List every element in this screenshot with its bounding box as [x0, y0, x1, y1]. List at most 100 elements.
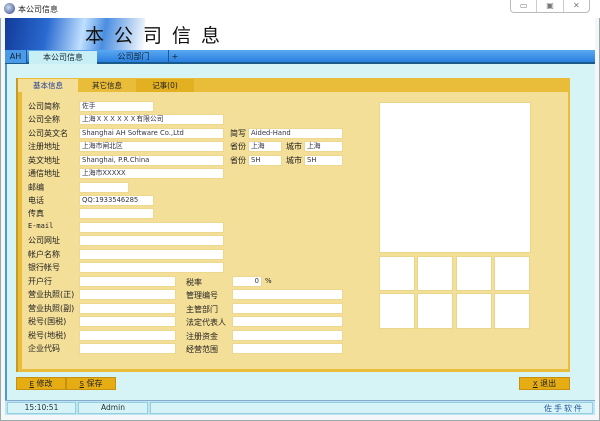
- edit-label: 修改: [36, 379, 53, 388]
- label-email: E-mail: [28, 222, 54, 230]
- subtab-notes[interactable]: 记事(0): [136, 79, 194, 92]
- exit-label: 退出: [540, 379, 557, 388]
- banner-title: 本公司信息: [85, 25, 231, 47]
- window-title: 本公司信息: [18, 5, 58, 14]
- legal-rep-input[interactable]: [232, 316, 343, 327]
- subtab-other-info[interactable]: 其它信息: [78, 79, 136, 92]
- label-reg-province: 省份: [230, 142, 246, 151]
- label-enterprise-code: 企业代码: [28, 344, 60, 353]
- subtab-basic-info[interactable]: 基本信息: [18, 79, 78, 92]
- label-en-address: 英文地址: [28, 156, 60, 165]
- license-copy-input[interactable]: [79, 303, 176, 314]
- label-tax-national: 税号(国税): [28, 317, 67, 326]
- thumbnail-image[interactable]: [494, 293, 530, 329]
- label-license-copy: 营业执照(副): [28, 304, 75, 313]
- edit-button[interactable]: E 修改: [16, 377, 66, 390]
- label-reg-address: 注册地址: [28, 142, 60, 151]
- tab-ah[interactable]: AH: [5, 50, 27, 63]
- label-capital: 注册资金: [186, 332, 218, 341]
- label-postcode: 邮编: [28, 183, 44, 192]
- supervisor-input[interactable]: [232, 303, 343, 314]
- exit-button[interactable]: X 退出: [519, 377, 570, 390]
- scope-input[interactable]: [232, 343, 343, 354]
- edit-shortcut: E: [29, 380, 34, 388]
- fax-input[interactable]: [79, 208, 154, 219]
- en-city-input[interactable]: SH: [304, 155, 343, 166]
- main-tab-strip: AH 本公司信息 公司部门 +: [5, 50, 595, 64]
- postcode-input[interactable]: [79, 182, 129, 193]
- label-english-name: 公司英文名: [28, 129, 68, 138]
- thumbnail-image[interactable]: [379, 293, 415, 329]
- en-province-input[interactable]: SH: [248, 155, 282, 166]
- label-phone: 电话: [28, 196, 44, 205]
- window-controls: ▭ ▣ ✕: [510, 0, 590, 13]
- label-reg-city: 城市: [286, 142, 302, 151]
- minimize-button[interactable]: ▭: [511, 0, 538, 12]
- tab-company-info[interactable]: 本公司信息: [29, 51, 97, 64]
- reg-address-input[interactable]: 上海市闸北区: [79, 141, 224, 152]
- thumbnail-image[interactable]: [494, 256, 530, 291]
- full-name-input[interactable]: 上海ＸＸＸＸＸＸ有限公司: [79, 114, 224, 125]
- reg-city-input[interactable]: 上海: [304, 141, 343, 152]
- label-supervisor: 主管部门: [186, 305, 218, 314]
- label-short-name: 公司简称: [28, 102, 60, 111]
- label-license-main: 营业执照(正): [28, 290, 75, 299]
- enterprise-code-input[interactable]: [79, 343, 176, 354]
- label-bank: 开户行: [28, 277, 52, 286]
- thumbnail-image[interactable]: [456, 293, 492, 329]
- label-full-name: 公司全称: [28, 115, 60, 124]
- account-name-input[interactable]: [79, 249, 224, 260]
- tax-rate-unit: %: [265, 277, 272, 285]
- english-name-input[interactable]: Shanghai AH Software Co.,Ltd: [79, 128, 224, 139]
- label-en-city: 城市: [286, 156, 302, 165]
- en-address-input[interactable]: Shanghai, P.R.China: [79, 155, 224, 166]
- close-button[interactable]: ✕: [564, 0, 589, 12]
- mail-address-input[interactable]: 上海市XXXXX: [79, 168, 224, 179]
- label-scope: 经营范围: [186, 345, 218, 354]
- label-en-province: 省份: [230, 156, 246, 165]
- tax-national-input[interactable]: [79, 316, 176, 327]
- label-mail-address: 通信地址: [28, 169, 60, 178]
- bank-input[interactable]: [79, 276, 176, 287]
- capital-input[interactable]: [232, 330, 343, 341]
- mgmt-no-input[interactable]: [232, 289, 343, 300]
- license-main-input[interactable]: [79, 289, 176, 300]
- phone-input[interactable]: QQ:1933546285: [79, 195, 154, 206]
- label-tax-local: 税号(地税): [28, 331, 67, 340]
- thumbnail-image[interactable]: [417, 256, 453, 291]
- label-abbr: 简写: [230, 129, 246, 138]
- banner: 本公司信息: [5, 18, 595, 50]
- reg-province-input[interactable]: 上海: [248, 141, 282, 152]
- label-website: 公司网址: [28, 236, 60, 245]
- status-message: [150, 402, 593, 414]
- label-bank-account: 银行帐号: [28, 263, 60, 272]
- thumbnail-image[interactable]: [456, 256, 492, 291]
- website-input[interactable]: [79, 235, 224, 246]
- label-tax-rate: 税率: [186, 278, 202, 287]
- short-name-input[interactable]: 佐手: [79, 101, 154, 112]
- save-shortcut: S: [79, 380, 84, 388]
- thumbnail-image[interactable]: [417, 293, 453, 329]
- status-time: 15:10:51: [7, 402, 76, 414]
- status-user: Admin: [78, 402, 148, 414]
- exit-shortcut: X: [532, 380, 538, 388]
- save-label: 保存: [86, 379, 103, 388]
- bank-account-input[interactable]: [79, 262, 224, 273]
- tax-rate-input[interactable]: 0: [232, 276, 262, 287]
- title-bar: 本公司信息 ▭ ▣ ✕: [0, 0, 600, 18]
- thumbnail-image[interactable]: [379, 256, 415, 291]
- abbr-input[interactable]: Aided-Hand: [248, 128, 343, 139]
- tax-local-input[interactable]: [79, 330, 176, 341]
- email-input[interactable]: [79, 222, 224, 233]
- label-fax: 传真: [28, 209, 44, 218]
- status-brand: 佐手软件: [544, 404, 584, 413]
- tab-departments[interactable]: 公司部门: [99, 50, 169, 63]
- label-legal-rep: 法定代表人: [186, 318, 226, 327]
- save-button[interactable]: S 保存: [66, 377, 116, 390]
- add-tab-button[interactable]: +: [169, 50, 181, 63]
- label-account-name: 帐户名称: [28, 250, 60, 259]
- label-mgmt-no: 管理编号: [186, 291, 218, 300]
- app-icon: [4, 3, 15, 14]
- maximize-button[interactable]: ▣: [537, 0, 564, 12]
- company-photo[interactable]: [379, 102, 531, 253]
